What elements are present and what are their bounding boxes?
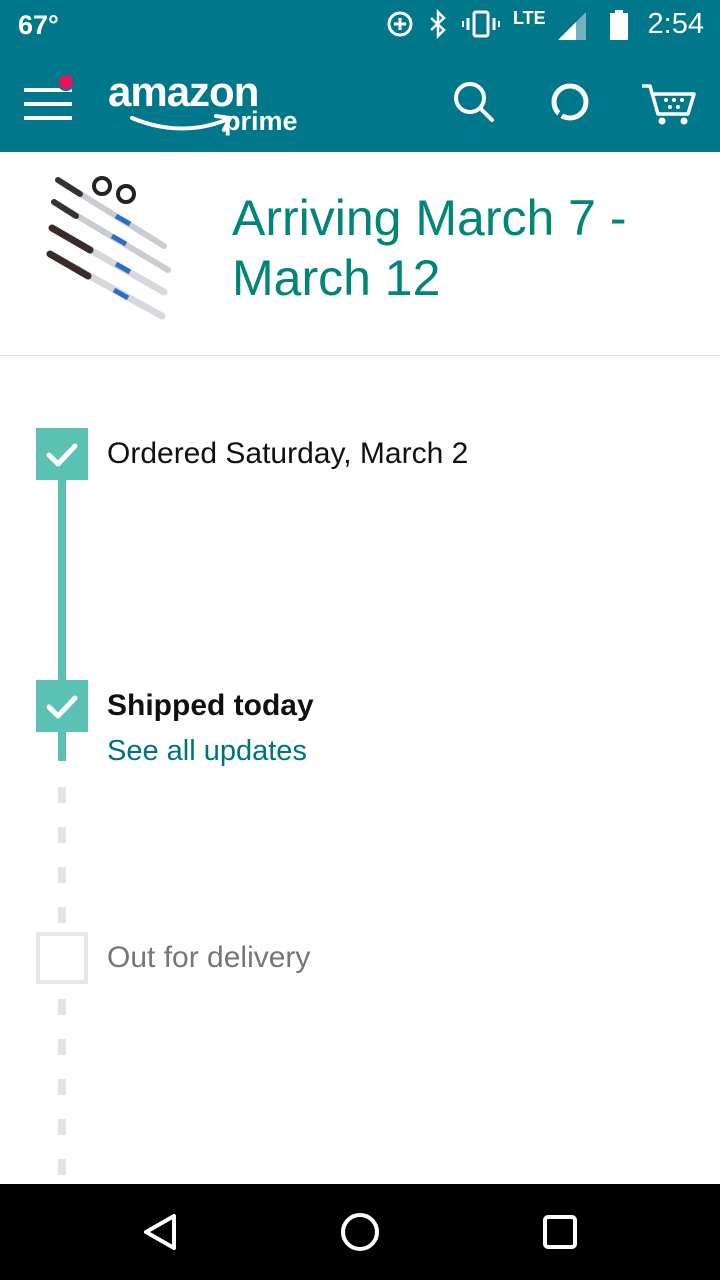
network-type: LTE xyxy=(513,8,546,28)
timeline-dash xyxy=(58,1079,66,1095)
clock: 2:54 xyxy=(647,8,704,40)
timeline-dash xyxy=(58,999,66,1015)
step-out-for-delivery-box xyxy=(36,932,88,984)
recents-button[interactable] xyxy=(536,1208,584,1256)
alexa-button[interactable] xyxy=(546,78,594,126)
search-button[interactable] xyxy=(450,78,498,126)
bluetooth-icon xyxy=(428,8,448,45)
recents-icon xyxy=(543,1215,577,1249)
timeline-dash xyxy=(58,1159,66,1175)
menu-icon xyxy=(24,73,75,120)
temperature: 67° xyxy=(18,10,59,40)
back-button[interactable] xyxy=(136,1208,184,1256)
step-ordered-label: Ordered Saturday, March 2 xyxy=(107,437,469,470)
timeline-dash xyxy=(58,867,66,883)
timeline-dash xyxy=(58,1039,66,1055)
timeline-dash xyxy=(58,827,66,843)
checkmark-icon xyxy=(46,695,78,719)
menu-button[interactable] xyxy=(22,72,80,128)
alexa-icon xyxy=(551,83,589,121)
arrival-date-title: Arriving March 7 - March 12 xyxy=(232,190,627,306)
status-bar: 67° LTE 2:54 xyxy=(0,0,720,52)
home-button[interactable] xyxy=(336,1208,384,1256)
battery-icon xyxy=(608,8,630,47)
vibrate-icon xyxy=(462,8,500,45)
cart-icon xyxy=(642,84,696,125)
timeline-dash xyxy=(58,907,66,923)
amazon-prime-logo[interactable]: amazon prime xyxy=(108,68,328,144)
checkmark-icon xyxy=(46,443,78,467)
product-image[interactable] xyxy=(46,174,176,326)
step-shipped-label: Shipped today xyxy=(107,689,314,722)
app-header: amazon prime xyxy=(0,52,720,152)
search-icon xyxy=(454,82,494,122)
shipment-timeline: Ordered Saturday, March 2 Shipped today … xyxy=(0,357,720,1184)
back-icon xyxy=(144,1214,176,1250)
cart-button[interactable] xyxy=(640,78,700,126)
data-saver-icon xyxy=(386,8,414,45)
logo-prime: prime xyxy=(224,106,298,136)
see-all-updates-link[interactable]: See all updates xyxy=(107,735,307,768)
timeline-dash xyxy=(58,787,66,803)
step-out-for-delivery-label: Out for delivery xyxy=(107,941,311,974)
step-ordered-check xyxy=(36,428,88,480)
arrival-summary: Arriving March 7 - March 12 xyxy=(0,152,720,356)
timeline-dash xyxy=(58,1119,66,1135)
step-shipped-check xyxy=(36,680,88,732)
system-nav-bar xyxy=(0,1184,720,1280)
timeline-connector-tail xyxy=(58,732,66,760)
home-icon xyxy=(341,1213,379,1251)
signal-icon xyxy=(556,8,588,47)
